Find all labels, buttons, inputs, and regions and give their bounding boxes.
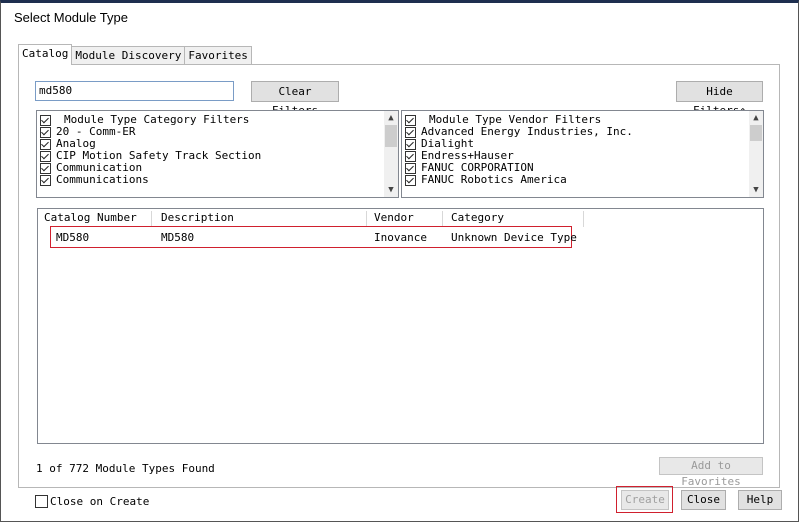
scrollbar-thumb[interactable]: [750, 125, 762, 141]
search-input[interactable]: md580: [35, 81, 234, 101]
checkbox-icon[interactable]: [405, 174, 416, 186]
close-on-create-option[interactable]: Close on Create: [35, 495, 149, 508]
scroll-up-arrow-icon[interactable]: ▲: [749, 111, 763, 125]
tab-catalog[interactable]: Catalog: [18, 44, 73, 65]
cell-category[interactable]: Unknown Device Type: [451, 232, 577, 244]
column-header-catalog-number[interactable]: Catalog Number: [44, 212, 137, 224]
checkbox-icon[interactable]: [405, 150, 416, 162]
tab-strip: Catalog Module Discovery Favorites: [18, 44, 252, 65]
checkbox-icon[interactable]: [40, 114, 51, 126]
cell-catalog-number[interactable]: MD580: [56, 232, 89, 244]
checkbox-icon[interactable]: [405, 162, 416, 174]
cell-description[interactable]: MD580: [161, 232, 194, 244]
column-header-description[interactable]: Description: [161, 212, 234, 224]
column-header-category[interactable]: Category: [451, 212, 504, 224]
scrollbar-thumb[interactable]: [385, 125, 397, 147]
vendor-filter-item[interactable]: FANUC Robotics America: [402, 174, 763, 186]
close-on-create-checkbox[interactable]: [35, 495, 48, 508]
category-filter-label: Communications: [56, 173, 149, 186]
vendor-filters-scrollbar[interactable]: ▲ ▼: [749, 111, 763, 197]
scroll-down-arrow-icon[interactable]: ▼: [384, 183, 398, 197]
clear-filters-button[interactable]: Clear Filters: [251, 81, 339, 117]
column-divider[interactable]: [151, 211, 152, 227]
tab-favorites[interactable]: Favorites: [184, 46, 252, 65]
close-button[interactable]: Close: [681, 490, 726, 510]
scroll-down-arrow-icon[interactable]: ▼: [749, 183, 763, 197]
column-divider[interactable]: [366, 211, 367, 227]
cell-vendor[interactable]: Inovance: [374, 232, 427, 244]
checkbox-icon[interactable]: [405, 138, 416, 150]
hide-filters-button[interactable]: Hide Filters⇕: [676, 81, 763, 117]
column-divider[interactable]: [442, 211, 443, 227]
column-divider[interactable]: [583, 211, 584, 227]
module-results-table: Catalog Number Description Vendor Catego…: [37, 208, 764, 444]
checkbox-icon[interactable]: [40, 150, 51, 162]
results-count-status: 1 of 772 Module Types Found: [36, 462, 215, 475]
checkbox-icon[interactable]: [40, 162, 51, 174]
category-filters-list[interactable]: Module Type Category Filters 20 - Comm-E…: [36, 110, 399, 198]
help-button[interactable]: Help: [738, 490, 782, 510]
scroll-up-arrow-icon[interactable]: ▲: [384, 111, 398, 125]
checkbox-icon[interactable]: [40, 138, 51, 150]
dialog-title: Select Module Type: [14, 10, 128, 25]
close-on-create-label: Close on Create: [50, 495, 150, 508]
vendor-filter-label: FANUC Robotics America: [421, 173, 567, 186]
category-filters-scrollbar[interactable]: ▲ ▼: [384, 111, 398, 197]
create-button[interactable]: Create: [621, 490, 669, 510]
tab-module-discovery[interactable]: Module Discovery: [71, 46, 186, 65]
checkbox-icon[interactable]: [40, 126, 51, 138]
column-header-vendor[interactable]: Vendor: [374, 212, 414, 224]
checkbox-icon[interactable]: [40, 174, 51, 186]
vendor-filters-list[interactable]: Module Type Vendor Filters Advanced Ener…: [401, 110, 764, 198]
checkbox-icon[interactable]: [405, 114, 416, 126]
add-to-favorites-button[interactable]: Add to Favorites: [659, 457, 763, 488]
category-filter-item[interactable]: Communications: [37, 174, 398, 186]
checkbox-icon[interactable]: [405, 126, 416, 138]
